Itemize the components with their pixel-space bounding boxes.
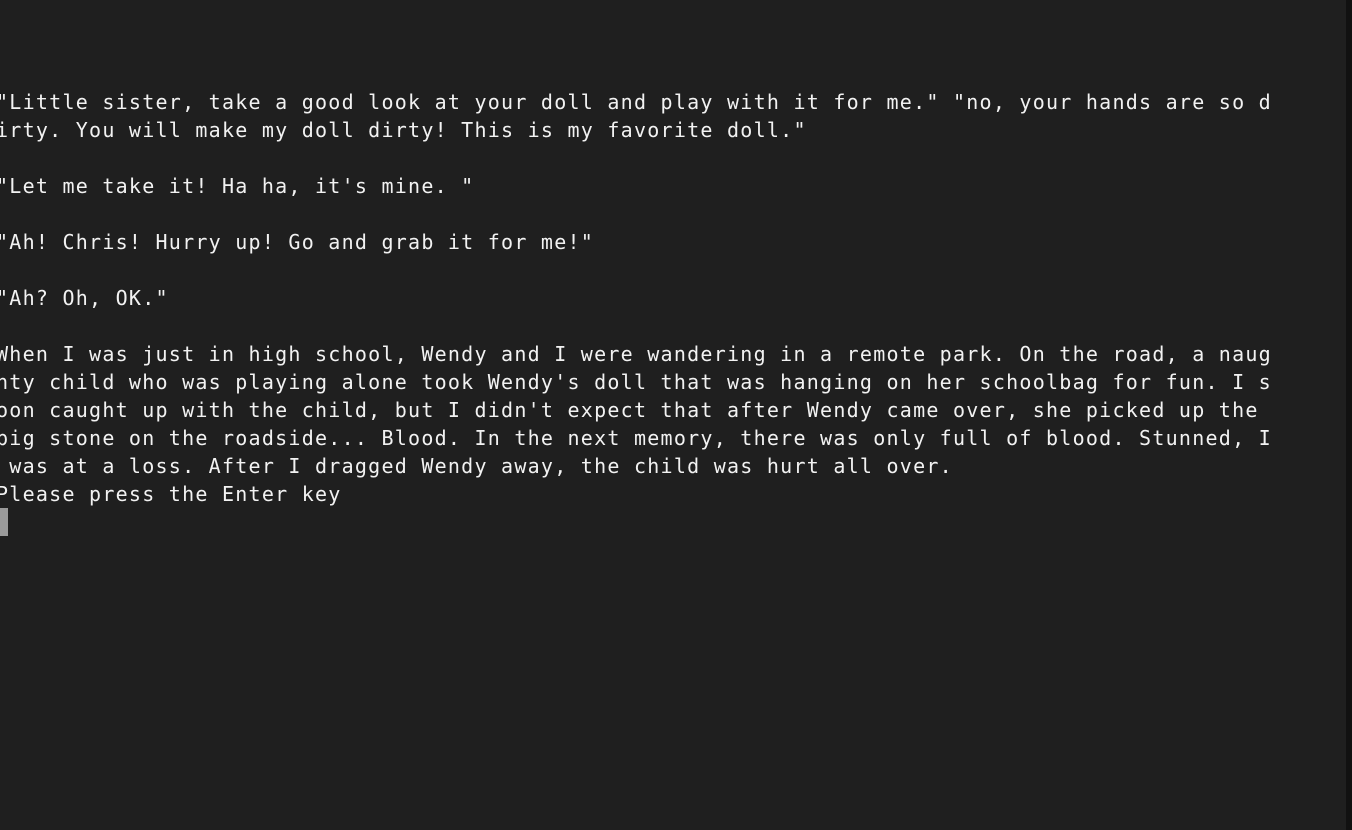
terminal-line: irty. You will make my doll dirty! This …	[0, 118, 807, 142]
terminal-line: was at a loss. After I dragged Wendy awa…	[0, 454, 953, 478]
terminal-line: hty child who was playing alone took Wen…	[0, 370, 1272, 394]
terminal-line: oon caught up with the child, but I didn…	[0, 398, 1259, 422]
terminal-line: When I was just in high school, Wendy an…	[0, 342, 1272, 366]
terminal-line: big stone on the roadside... Blood. In t…	[0, 426, 1272, 450]
window-edge	[1346, 0, 1352, 830]
terminal-output[interactable]: "Little sister, take a good look at your…	[0, 0, 1346, 830]
terminal-line: "Ah! Chris! Hurry up! Go and grab it for…	[0, 230, 595, 254]
terminal-line: "Little sister, take a good look at your…	[0, 90, 1272, 114]
prompt-line: Please press the Enter key	[0, 482, 342, 506]
terminal-line: "Let me take it! Ha ha, it's mine. "	[0, 174, 475, 198]
text-cursor	[0, 508, 8, 536]
terminal-line: "Ah? Oh, OK."	[0, 286, 169, 310]
